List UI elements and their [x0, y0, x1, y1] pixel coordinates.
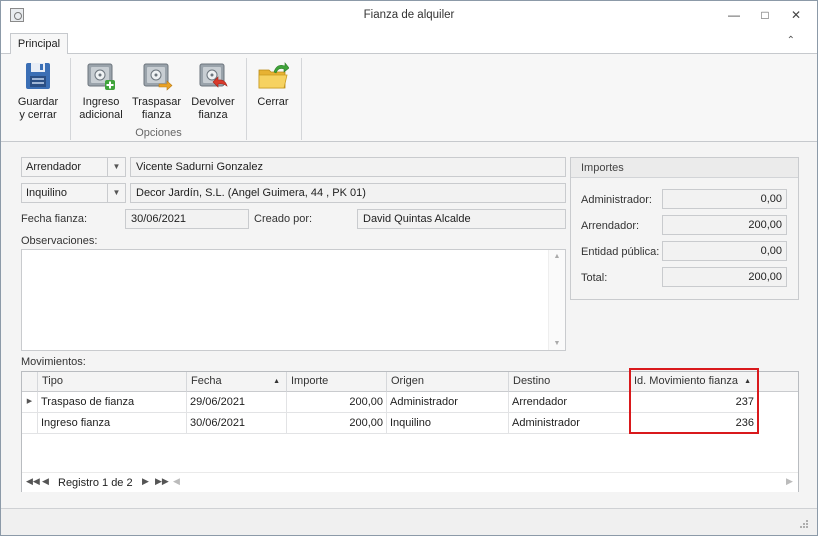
column-header-tipo[interactable]: Tipo: [38, 372, 187, 392]
traspasar-fianza-button[interactable]: Traspasar fianza: [129, 60, 184, 122]
row-focus-indicator-icon: ▶: [22, 392, 38, 413]
scroll-right-icon[interactable]: ▶: [786, 476, 793, 487]
ingreso-label-line1: Ingreso: [82, 96, 120, 108]
folder-exit-icon: [257, 60, 290, 92]
ribbon-tab-strip: Principal ⌃: [1, 30, 817, 55]
importe-label-arrendador: Arrendador:: [581, 220, 640, 232]
table-row-origen[interactable]: Inquilino: [387, 413, 509, 434]
minimize-button[interactable]: —: [723, 6, 745, 24]
traspasar-label-line1: Traspasar: [131, 96, 182, 108]
table-row-origen[interactable]: Administrador: [387, 392, 509, 413]
safe-return-icon: [197, 60, 229, 92]
vertical-scrollbar[interactable]: ▲ ▼: [548, 250, 565, 350]
title-bar: Fianza de alquiler — □ ✕: [1, 1, 817, 30]
observaciones-textarea[interactable]: ▲ ▼: [21, 249, 566, 351]
creado-por-label: Creado por:: [254, 213, 313, 225]
cerrar-label: Cerrar: [257, 96, 289, 108]
tab-principal[interactable]: Principal: [10, 33, 68, 55]
observaciones-label: Observaciones:: [21, 235, 98, 247]
scroll-down-icon[interactable]: ▼: [549, 340, 565, 347]
column-header-importe[interactable]: Importe: [287, 372, 387, 392]
previous-record-icon[interactable]: ◀: [42, 476, 49, 487]
ribbon-separator: [301, 58, 302, 140]
importe-arrendador-field[interactable]: 200,00: [662, 215, 787, 235]
status-bar: [1, 508, 817, 535]
importe-label-administrador: Administrador:: [581, 194, 652, 206]
table-row-destino[interactable]: Arrendador: [509, 392, 630, 413]
scroll-left-icon[interactable]: ◀: [173, 476, 180, 487]
ribbon-separator: [246, 58, 247, 140]
ribbon: Guardar y cerrar Ingreso adicional Trasp…: [1, 54, 817, 142]
floppy-disk-icon: [22, 60, 54, 92]
ribbon-separator: [70, 58, 71, 140]
fecha-fianza-field[interactable]: 30/06/2021: [125, 209, 249, 229]
column-header-fecha-label: Fecha: [191, 375, 222, 387]
table-row-importe[interactable]: 200,00: [287, 413, 387, 434]
save-label-line1: Guardar: [17, 96, 59, 108]
importes-group: Importes Administrador: 0,00 Arrendador:…: [570, 157, 799, 300]
next-record-icon[interactable]: ▶: [142, 476, 149, 487]
role1-value: Arrendador: [26, 161, 82, 173]
importe-label-entidad: Entidad pública:: [581, 246, 660, 258]
last-record-icon[interactable]: ▶▶: [155, 476, 169, 487]
column-header-destino[interactable]: Destino: [509, 372, 630, 392]
scroll-up-icon[interactable]: ▲: [549, 253, 565, 260]
first-record-icon[interactable]: ◀◀: [26, 476, 40, 487]
table-row-fecha[interactable]: 30/06/2021: [187, 413, 287, 434]
safe-transfer-icon: [141, 60, 173, 92]
role2-value: Inquilino: [26, 187, 67, 199]
movimientos-label: Movimientos:: [21, 356, 86, 368]
window-title: Fianza de alquiler: [363, 9, 455, 21]
grid-empty-header: [758, 372, 798, 392]
close-button[interactable]: ✕: [785, 6, 807, 24]
role2-select[interactable]: Inquilino ▼: [21, 183, 126, 203]
save-close-button[interactable]: Guardar y cerrar: [13, 60, 63, 122]
table-row-destino[interactable]: Administrador: [509, 413, 630, 434]
importe-label-total: Total:: [581, 272, 608, 284]
chevron-down-icon[interactable]: ▼: [107, 158, 125, 176]
save-label-line2: y cerrar: [19, 109, 57, 121]
chevron-down-icon[interactable]: ▼: [107, 184, 125, 202]
devolver-label-line1: Devolver: [191, 96, 235, 108]
maximize-button[interactable]: □: [754, 6, 776, 24]
importe-entidad-field[interactable]: 0,00: [662, 241, 787, 261]
row-indicator: [22, 413, 38, 434]
table-row-tipo[interactable]: Traspaso de fianza: [38, 392, 187, 413]
traspasar-label-line2: fianza: [141, 109, 172, 121]
safe-add-icon: [85, 60, 117, 92]
ingreso-label-line2: adicional: [79, 109, 123, 121]
column-header-origen[interactable]: Origen: [387, 372, 509, 392]
table-row-tipo[interactable]: Ingreso fianza: [38, 413, 187, 434]
devolver-fianza-button[interactable]: Devolver fianza: [188, 60, 238, 122]
table-row-fecha[interactable]: 29/06/2021: [187, 392, 287, 413]
inquilino-name-field[interactable]: Decor Jardín, S.L. (Angel Guimera, 44 , …: [130, 183, 566, 203]
importe-total-field[interactable]: 200,00: [662, 267, 787, 287]
sort-ascending-icon: ▲: [273, 378, 280, 385]
window: Fianza de alquiler — □ ✕ Principal ⌃ Gua…: [0, 0, 818, 536]
opciones-group-label: Opciones: [135, 127, 182, 139]
importes-title: Importes: [571, 158, 798, 178]
record-counter: Registro 1 de 2: [58, 477, 133, 489]
fecha-fianza-label: Fecha fianza:: [21, 213, 88, 225]
role1-select[interactable]: Arrendador ▼: [21, 157, 126, 177]
id-column-highlight-box: [629, 368, 759, 434]
devolver-label-line2: fianza: [198, 109, 228, 121]
table-row-importe[interactable]: 200,00: [287, 392, 387, 413]
ingreso-adicional-button[interactable]: Ingreso adicional: [76, 60, 126, 122]
resize-grip-icon[interactable]: [799, 519, 809, 529]
grid-navigator: ◀◀ ◀ Registro 1 de 2 ▶ ▶▶ ◀ ▶: [22, 472, 798, 492]
cerrar-button[interactable]: Cerrar: [251, 60, 295, 109]
arrendador-name-field[interactable]: Vicente Sadurni Gonzalez: [130, 157, 566, 177]
creado-por-field[interactable]: David Quintas Alcalde: [357, 209, 566, 229]
collapse-ribbon-icon[interactable]: ⌃: [787, 35, 795, 46]
column-header-fecha[interactable]: Fecha ▲: [187, 372, 287, 392]
grid-indicator-header: [22, 372, 38, 392]
importe-administrador-field[interactable]: 0,00: [662, 189, 787, 209]
